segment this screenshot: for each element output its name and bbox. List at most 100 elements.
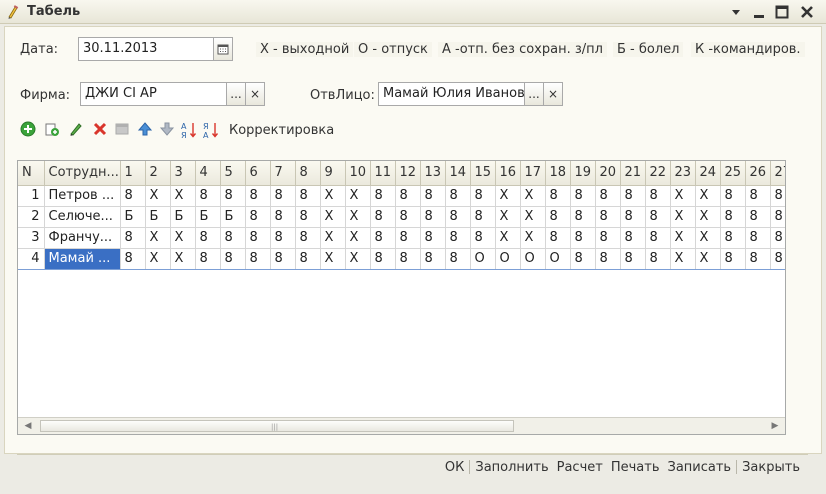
- day-cell[interactable]: 8: [120, 185, 146, 207]
- column-header-day[interactable]: 17: [520, 161, 546, 186]
- day-cell[interactable]: 8: [370, 185, 396, 207]
- day-cell[interactable]: 8: [545, 206, 571, 228]
- day-cell[interactable]: 8: [295, 227, 321, 249]
- day-cell[interactable]: 8: [195, 227, 221, 249]
- table-row[interactable]: 1 Петров ... 8 Х Х 8 8 8 8 8 Х Х 8 8 8 8 8 Х Х 8 8 8 8 8 Х Х 8 8 8: [18, 185, 785, 207]
- day-cell[interactable]: 8: [470, 227, 496, 249]
- day-cell[interactable]: Х: [495, 227, 521, 249]
- day-cell[interactable]: Х: [495, 185, 521, 207]
- date-field[interactable]: 30.11.2013: [78, 37, 214, 61]
- day-cell[interactable]: 8: [770, 248, 785, 270]
- firm-clear-button[interactable]: ×: [245, 82, 265, 106]
- day-cell[interactable]: Х: [320, 185, 346, 207]
- column-header-day[interactable]: 10: [345, 161, 371, 186]
- column-header-day[interactable]: 13: [420, 161, 446, 186]
- day-cell[interactable]: 8: [720, 206, 746, 228]
- column-header-day[interactable]: 22: [645, 161, 671, 186]
- sort-asc-icon[interactable]: АЯ: [181, 121, 197, 139]
- column-header-day[interactable]: 24: [695, 161, 721, 186]
- day-cell[interactable]: Х: [320, 206, 346, 228]
- day-cell[interactable]: Б: [120, 206, 146, 228]
- sort-desc-icon[interactable]: ЯА: [203, 121, 219, 139]
- day-cell[interactable]: 8: [745, 227, 771, 249]
- column-header-day[interactable]: 9: [320, 161, 346, 186]
- firm-choice-button[interactable]: ...: [226, 82, 246, 106]
- employee-cell[interactable]: Мамай ...: [44, 248, 121, 270]
- column-header-day[interactable]: 4: [195, 161, 221, 186]
- firm-field[interactable]: ДЖИ СІ АР: [80, 82, 227, 106]
- day-cell[interactable]: Х: [345, 227, 371, 249]
- day-cell[interactable]: Х: [345, 185, 371, 207]
- column-header-day[interactable]: 12: [395, 161, 421, 186]
- add-icon[interactable]: [20, 121, 36, 139]
- day-cell[interactable]: 8: [545, 227, 571, 249]
- day-cell[interactable]: Х: [520, 185, 546, 207]
- employee-cell[interactable]: Франчу...: [44, 227, 121, 249]
- day-cell[interactable]: 8: [245, 206, 271, 228]
- day-cell[interactable]: 8: [220, 227, 246, 249]
- day-cell[interactable]: Б: [195, 206, 221, 228]
- maximize-icon[interactable]: [773, 3, 791, 21]
- column-header-day[interactable]: 16: [495, 161, 521, 186]
- day-cell[interactable]: 8: [270, 185, 296, 207]
- day-cell[interactable]: 8: [620, 185, 646, 207]
- day-cell[interactable]: 8: [270, 248, 296, 270]
- column-header-day[interactable]: 20: [595, 161, 621, 186]
- scroll-left-icon[interactable]: ◀: [20, 419, 36, 433]
- day-cell[interactable]: 8: [745, 206, 771, 228]
- day-cell[interactable]: 8: [120, 227, 146, 249]
- disabled-icon[interactable]: [114, 121, 130, 139]
- day-cell[interactable]: 8: [120, 248, 146, 270]
- column-header-day[interactable]: 3: [170, 161, 196, 186]
- day-cell[interactable]: 8: [220, 248, 246, 270]
- close-button[interactable]: Закрыть: [738, 460, 804, 475]
- day-cell[interactable]: 8: [445, 227, 471, 249]
- day-cell[interactable]: 8: [420, 206, 446, 228]
- day-cell[interactable]: Х: [320, 227, 346, 249]
- day-cell[interactable]: 8: [645, 185, 671, 207]
- day-cell[interactable]: 8: [645, 248, 671, 270]
- day-cell[interactable]: 8: [195, 185, 221, 207]
- day-cell[interactable]: Х: [345, 206, 371, 228]
- day-cell[interactable]: 8: [395, 248, 421, 270]
- day-cell[interactable]: Х: [170, 185, 196, 207]
- day-cell[interactable]: Х: [695, 248, 721, 270]
- scroll-thumb[interactable]: |||: [40, 420, 514, 432]
- day-cell[interactable]: 8: [720, 227, 746, 249]
- day-cell[interactable]: 8: [445, 206, 471, 228]
- day-cell[interactable]: 8: [570, 206, 596, 228]
- column-header-day[interactable]: 25: [720, 161, 746, 186]
- fill-button[interactable]: Заполнить: [471, 460, 552, 475]
- day-cell[interactable]: Х: [170, 248, 196, 270]
- day-cell[interactable]: 8: [245, 227, 271, 249]
- day-cell[interactable]: 8: [570, 248, 596, 270]
- day-cell[interactable]: Х: [695, 185, 721, 207]
- day-cell[interactable]: 8: [745, 248, 771, 270]
- column-header-day[interactable]: 5: [220, 161, 246, 186]
- day-cell[interactable]: Х: [520, 206, 546, 228]
- day-cell[interactable]: 8: [570, 227, 596, 249]
- column-header-day[interactable]: 23: [670, 161, 696, 186]
- day-cell[interactable]: Х: [145, 227, 171, 249]
- minimize-icon[interactable]: [750, 3, 768, 21]
- day-cell[interactable]: 8: [270, 227, 296, 249]
- day-cell[interactable]: 8: [770, 227, 785, 249]
- day-cell[interactable]: Х: [145, 185, 171, 207]
- day-cell[interactable]: 8: [370, 248, 396, 270]
- day-cell[interactable]: О: [520, 248, 546, 270]
- day-cell[interactable]: 8: [645, 206, 671, 228]
- column-header-day[interactable]: 26: [745, 161, 771, 186]
- copy-icon[interactable]: [44, 121, 60, 139]
- day-cell[interactable]: 8: [395, 227, 421, 249]
- column-header-day[interactable]: 1: [120, 161, 146, 186]
- table-row[interactable]: 2 Селюче... Б Б Б Б Б 8 8 8 Х Х 8 8 8 8 8 Х Х 8 8 8 8 8 Х Х 8 8 8: [18, 206, 785, 228]
- day-cell[interactable]: 8: [470, 185, 496, 207]
- day-cell[interactable]: 8: [395, 206, 421, 228]
- column-header-day[interactable]: 21: [620, 161, 646, 186]
- day-cell[interactable]: 8: [220, 185, 246, 207]
- day-cell[interactable]: 8: [620, 206, 646, 228]
- move-down-icon[interactable]: [159, 121, 175, 139]
- day-cell[interactable]: Х: [170, 227, 196, 249]
- day-cell[interactable]: 8: [595, 206, 621, 228]
- day-cell[interactable]: 8: [545, 185, 571, 207]
